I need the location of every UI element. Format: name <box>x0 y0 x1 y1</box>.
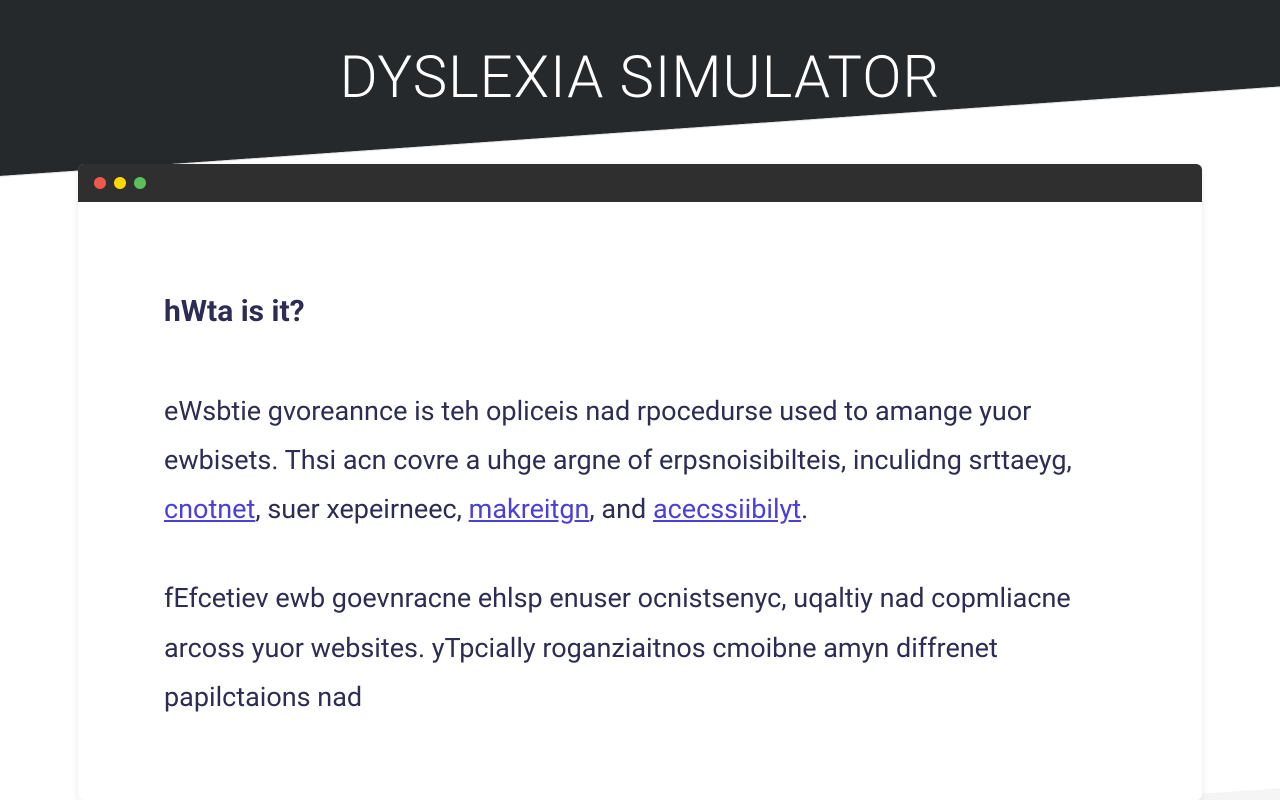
close-icon[interactable] <box>94 177 106 189</box>
minimize-icon[interactable] <box>114 177 126 189</box>
paragraph-2: fEfcetiev ewb goevnracne ehlsp enuser oc… <box>164 574 1116 721</box>
text-span: eWsbtie gvoreannce is teh opliceis nad r… <box>164 395 1072 476</box>
link-marketing[interactable]: makreitgn <box>469 493 590 525</box>
maximize-icon[interactable] <box>134 177 146 189</box>
text-span: , and <box>589 493 653 525</box>
article-heading: hWta is it? <box>164 294 1116 329</box>
text-span: , suer xepeirneec, <box>255 493 468 525</box>
browser-window: hWta is it? eWsbtie gvoreannce is teh op… <box>78 164 1202 800</box>
paragraph-1: eWsbtie gvoreannce is teh opliceis nad r… <box>164 387 1116 534</box>
window-chrome <box>78 164 1202 202</box>
article-content: hWta is it? eWsbtie gvoreannce is teh op… <box>78 202 1202 722</box>
page-title: DYSLEXIA SIMULATOR <box>0 0 1280 112</box>
link-accessibility[interactable]: acecssiibilyt <box>653 493 801 525</box>
link-content[interactable]: cnotnet <box>164 493 255 525</box>
text-span: . <box>801 493 808 525</box>
